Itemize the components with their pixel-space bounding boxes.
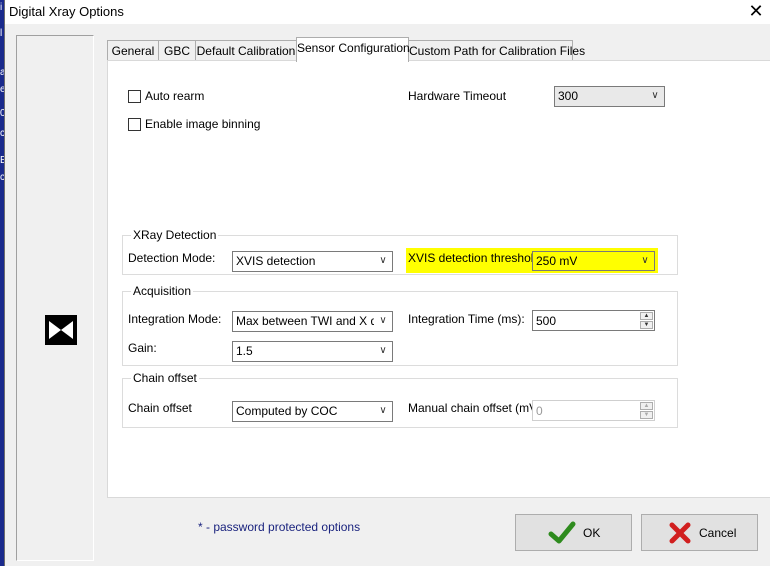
tab-general[interactable]: General <box>107 40 159 61</box>
integration-time-spinner[interactable]: 500 ▲ ▼ <box>532 310 655 331</box>
detection-mode-value: XVIS detection <box>236 254 316 268</box>
spin-down-icon[interactable]: ▼ <box>640 411 653 419</box>
threshold-value: 250 mV <box>536 254 578 268</box>
chevron-down-icon: ∨ <box>379 255 387 266</box>
window-title: Digital Xray Options <box>9 4 124 19</box>
image-binning-checkbox[interactable] <box>128 118 141 131</box>
manual-chain-offset-value: 0 <box>536 404 543 418</box>
chain-offset-select[interactable]: Computed by COC ∨ <box>232 401 393 422</box>
spin-up-icon[interactable]: ▲ <box>640 402 653 410</box>
chevron-down-icon: ∨ <box>651 90 659 101</box>
gain-label: Gain: <box>128 341 157 355</box>
gain-value: 1.5 <box>236 344 253 358</box>
chain-offset-value: Computed by COC <box>236 404 338 418</box>
hardware-timeout-select[interactable]: 300 ∨ <box>554 86 665 107</box>
tab-gbc[interactable]: GBC <box>158 40 196 61</box>
spin-down-icon[interactable]: ▼ <box>640 321 653 329</box>
left-panel <box>16 35 94 561</box>
chevron-down-icon: ∨ <box>379 405 387 416</box>
integration-time-label: Integration Time (ms): <box>408 312 525 326</box>
ok-button[interactable]: OK <box>515 514 632 551</box>
integration-time-value: 500 <box>536 314 557 328</box>
spin-up-icon[interactable]: ▲ <box>640 312 653 320</box>
sensor-configuration-panel: Auto rearm Enable image binning Hardware… <box>107 60 770 498</box>
auto-rearm-checkbox[interactable] <box>128 90 141 103</box>
checkmark-icon <box>548 521 576 548</box>
tab-default-calibration[interactable]: Default Calibration <box>195 40 297 61</box>
chevron-down-icon: ∨ <box>379 315 387 326</box>
password-note: * - password protected options <box>198 520 361 534</box>
bg-text: i <box>0 2 3 13</box>
title-bar: Digital Xray Options ✕ <box>5 0 770 24</box>
acquisition-legend: Acquisition <box>131 284 194 298</box>
chevron-down-icon: ∨ <box>641 255 649 266</box>
integration-mode-label: Integration Mode: <box>128 312 222 326</box>
threshold-select[interactable]: 250 mV ∨ <box>532 251 655 271</box>
chain-offset-legend: Chain offset <box>131 371 199 385</box>
hardware-timeout-label: Hardware Timeout <box>408 89 507 103</box>
close-icon[interactable]: ✕ <box>747 2 765 20</box>
hourglass-icon <box>45 315 77 345</box>
cancel-label: Cancel <box>699 526 737 540</box>
bg-text: l <box>0 28 3 39</box>
cancel-button[interactable]: Cancel <box>641 514 758 551</box>
threshold-label: XVIS detection threshold: <box>408 251 544 265</box>
auto-rearm-label: Auto rearm <box>145 89 205 103</box>
detection-mode-label: Detection Mode: <box>128 251 216 265</box>
image-binning-label: Enable image binning <box>145 117 261 131</box>
options-dialog: Digital Xray Options ✕ General GBC Defau… <box>4 0 770 566</box>
ok-label: OK <box>583 526 601 540</box>
manual-chain-offset-spinner[interactable]: 0 ▲ ▼ <box>532 400 655 421</box>
integration-mode-select[interactable]: Max between TWI and X detc ∨ <box>232 311 393 332</box>
gain-select[interactable]: 1.5 ∨ <box>232 341 393 362</box>
cancel-x-icon <box>668 521 692 548</box>
integration-mode-value: Max between TWI and X detc <box>236 314 374 328</box>
tab-custom-path[interactable]: Custom Path for Calibration Files <box>408 40 585 61</box>
chain-offset-label: Chain offset <box>128 401 192 415</box>
tab-sensor-configuration[interactable]: Sensor Configuration <box>296 37 410 62</box>
manual-chain-offset-label: Manual chain offset (mV): <box>408 401 545 415</box>
detection-mode-select[interactable]: XVIS detection ∨ <box>232 251 393 272</box>
chevron-down-icon: ∨ <box>379 345 387 356</box>
hardware-timeout-value: 300 <box>558 89 579 103</box>
xray-detection-legend: XRay Detection <box>131 228 219 242</box>
